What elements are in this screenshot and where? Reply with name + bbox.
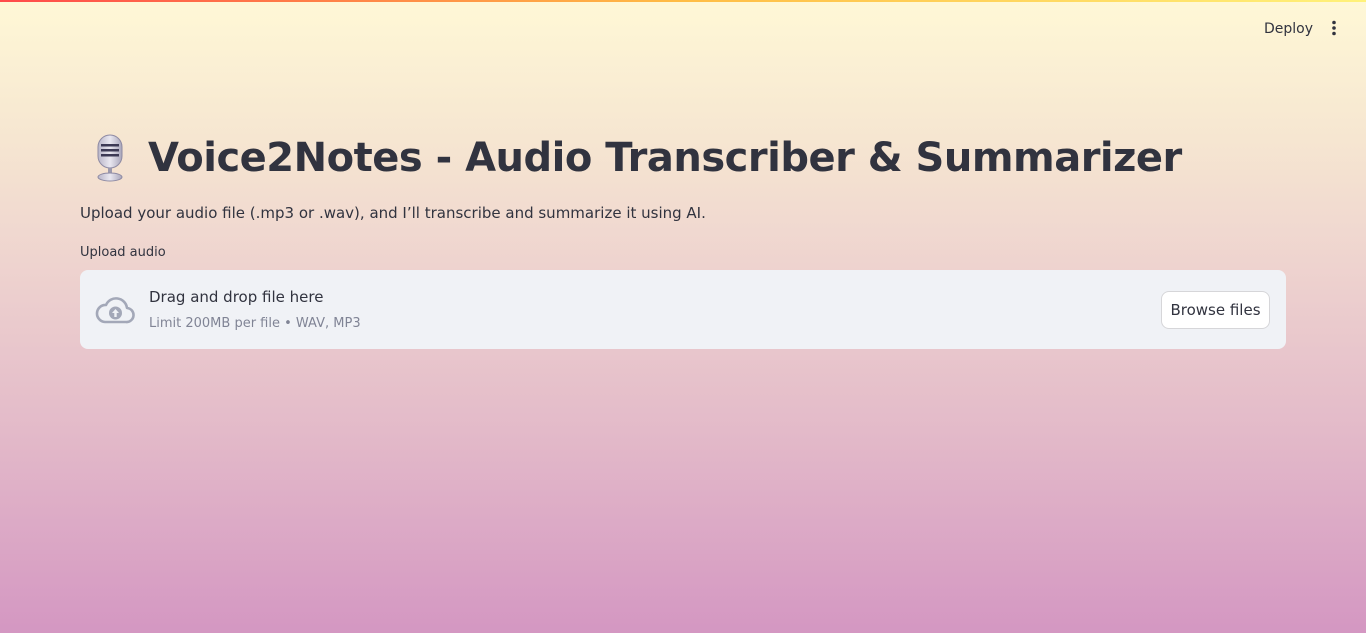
dropzone-limit-text: Limit 200MB per file • WAV, MP3 xyxy=(149,316,361,331)
cloud-upload-icon xyxy=(95,297,135,324)
app-header: Deploy xyxy=(0,0,1366,60)
deploy-button[interactable]: Deploy xyxy=(1252,18,1325,40)
title-row: Voice2Notes - Audio Transcriber & Summar… xyxy=(84,130,1182,186)
studio-microphone-icon xyxy=(97,134,123,182)
browse-files-button[interactable]: Browse files xyxy=(1161,291,1270,329)
main-menu-button[interactable] xyxy=(1324,20,1344,42)
upload-audio-label: Upload audio xyxy=(80,245,166,260)
vertical-ellipsis-icon xyxy=(1332,20,1336,36)
dropzone-title: Drag and drop file here xyxy=(149,288,324,306)
page-title: Voice2Notes - Audio Transcriber & Summar… xyxy=(148,135,1182,181)
page-subtitle: Upload your audio file (.mp3 or .wav), a… xyxy=(80,204,706,222)
file-dropzone[interactable]: Drag and drop file here Limit 200MB per … xyxy=(80,270,1286,349)
